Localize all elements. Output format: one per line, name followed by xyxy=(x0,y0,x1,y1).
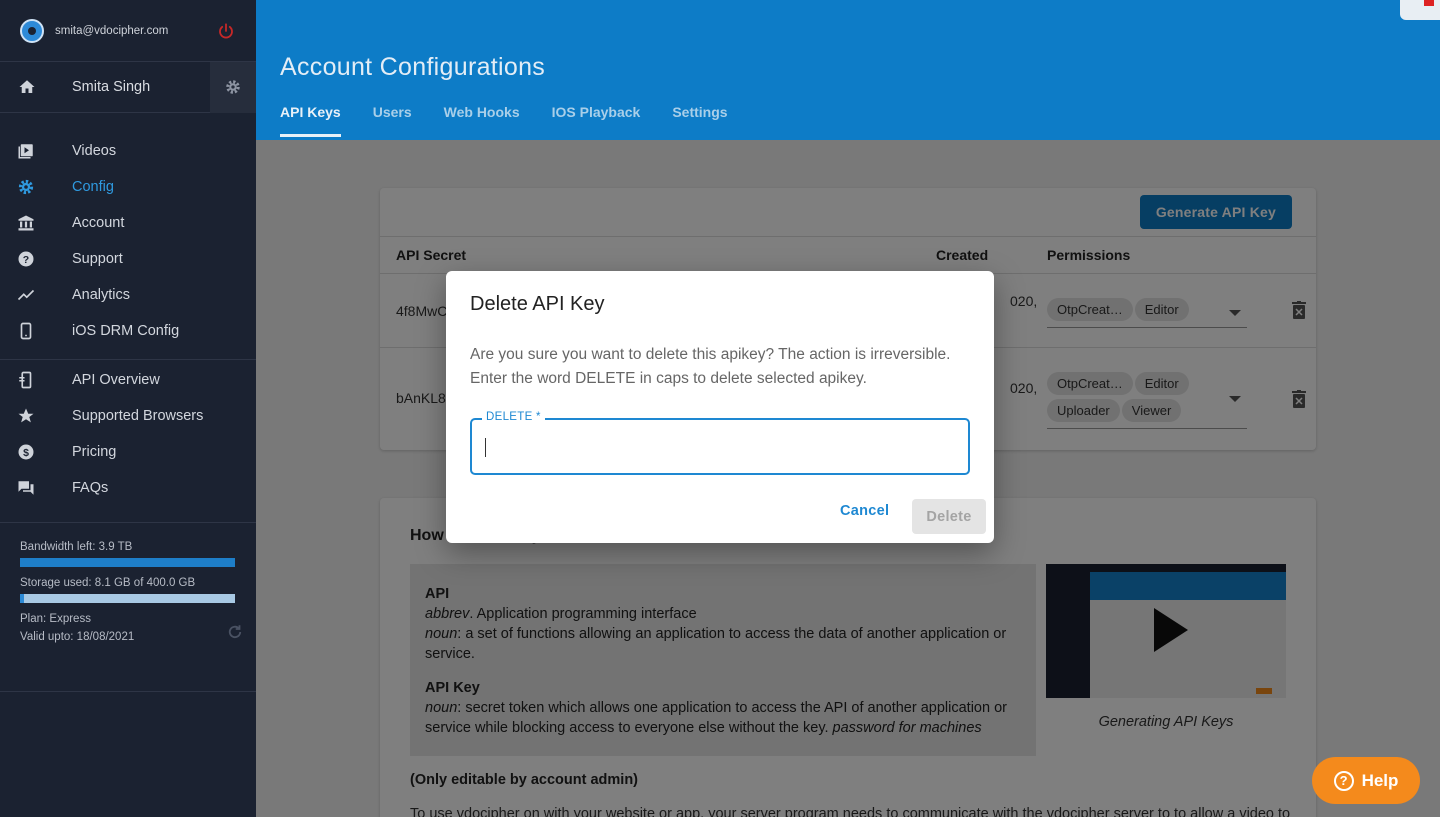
cancel-button[interactable]: Cancel xyxy=(840,503,889,519)
help-label: Help xyxy=(1361,770,1399,790)
power-icon[interactable] xyxy=(216,21,236,41)
svg-text:?: ? xyxy=(23,254,29,266)
help-circle-icon: ? xyxy=(17,250,35,268)
delete-api-key-dialog: Delete API Key Are you sure you want to … xyxy=(446,271,994,543)
settings-gear-icon[interactable] xyxy=(210,61,256,113)
sidebar-item-videos[interactable]: Videos xyxy=(0,133,256,169)
sidebar-item-label: FAQs xyxy=(72,480,109,496)
sidebar-item-label: iOS DRM Config xyxy=(72,323,180,339)
sidebar-item-faqs[interactable]: FAQs xyxy=(0,470,256,506)
bandwidth-bar-fill xyxy=(20,558,235,567)
svg-text:$: $ xyxy=(23,447,29,459)
sidebar-item-analytics[interactable]: Analytics xyxy=(0,277,256,313)
home-icon[interactable] xyxy=(18,78,36,96)
sidebar-item-label: API Overview xyxy=(72,372,160,388)
sidebar-account-bar: smita@vdocipher.com xyxy=(0,0,256,62)
sidebar-user-row: Smita Singh xyxy=(0,61,256,113)
sidebar-item-config[interactable]: Config xyxy=(0,169,256,205)
bandwidth-text: Bandwidth left: 3.9 TB xyxy=(20,541,133,553)
sidebar-item-label: Analytics xyxy=(72,287,131,303)
sidebar-item-label: Config xyxy=(72,179,114,195)
sidebar: smita@vdocipher.com Smita Singh Videos C… xyxy=(0,0,256,817)
delete-button[interactable]: Delete xyxy=(912,499,986,534)
phone-icon xyxy=(17,322,35,340)
text-cursor xyxy=(485,438,486,457)
delete-confirm-input[interactable] xyxy=(484,430,954,464)
sidebar-item-label: Pricing xyxy=(72,444,117,460)
forum-icon xyxy=(17,479,35,497)
trend-line-icon xyxy=(17,286,35,304)
help-button[interactable]: ? Help xyxy=(1312,757,1420,804)
sidebar-item-support[interactable]: ? Support xyxy=(0,241,256,277)
storage-text: Storage used: 8.1 GB of 400.0 GB xyxy=(20,577,196,589)
user-name[interactable]: Smita Singh xyxy=(72,79,210,95)
storage-bar-fill xyxy=(20,594,25,603)
delete-confirm-field: DELETE * xyxy=(470,411,970,475)
sidebar-item-pricing[interactable]: $ Pricing xyxy=(0,434,256,470)
valid-upto-text: Valid upto: 18/08/2021 xyxy=(20,631,135,643)
dialog-title: Delete API Key xyxy=(470,293,605,315)
storage-bar xyxy=(20,594,235,603)
dialog-message: Are you sure you want to delete this api… xyxy=(470,346,951,387)
dollar-icon: $ xyxy=(17,443,35,461)
delete-field-label: DELETE * xyxy=(482,411,545,423)
usage-panel: Bandwidth left: 3.9 TB Storage used: 8.1… xyxy=(0,522,256,692)
sidebar-item-label: Account xyxy=(72,215,125,231)
sidebar-item-api-overview[interactable]: API Overview xyxy=(0,362,256,398)
sidebar-item-ios-drm-config[interactable]: iOS DRM Config xyxy=(0,313,256,349)
sidebar-item-supported-browsers[interactable]: Supported Browsers xyxy=(0,398,256,434)
sidebar-item-label: Videos xyxy=(72,143,117,159)
api-doc-icon xyxy=(17,371,35,389)
bandwidth-bar xyxy=(20,558,235,567)
gear-icon xyxy=(17,178,35,196)
sidebar-main-nav: Videos Config Account ? Support Analytic… xyxy=(0,113,256,349)
sidebar-item-label: Support xyxy=(72,251,123,267)
header-backdrop xyxy=(256,0,1440,140)
sidebar-item-label: Supported Browsers xyxy=(72,408,204,424)
vdocipher-logo xyxy=(20,18,44,43)
sidebar-item-account[interactable]: Account xyxy=(0,205,256,241)
plan-text: Plan: Express xyxy=(20,613,91,625)
user-email: smita@vdocipher.com xyxy=(55,24,169,37)
sidebar-secondary-nav: API Overview Supported Browsers $ Pricin… xyxy=(0,360,256,506)
video-library-icon xyxy=(17,142,35,160)
star-icon xyxy=(17,407,35,425)
bank-icon xyxy=(17,214,35,232)
help-question-icon: ? xyxy=(1333,770,1354,791)
refresh-icon[interactable] xyxy=(226,623,244,641)
